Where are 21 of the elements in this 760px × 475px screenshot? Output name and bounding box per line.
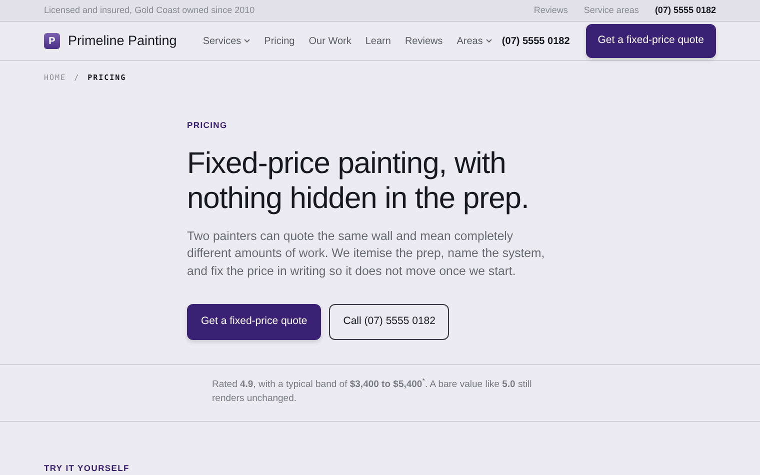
nav-link[interactable]: Areas <box>456 34 492 48</box>
section-eyebrow: TRY IT YOURSELF <box>44 462 130 474</box>
eyebrow-label: PRICING <box>187 119 228 132</box>
quote-button[interactable]: Get a fixed-price quote <box>586 24 716 58</box>
hero-paragraph: Two painters can quote the same wall and mean completely different amounts of work. We itemise the prep, name the system, and fix the price in writing so it does not move once we start. <box>187 228 546 280</box>
call-button[interactable]: Call (07) 5555 0182 <box>329 304 450 340</box>
nav-link[interactable]: Pricing <box>264 34 295 48</box>
logo-icon[interactable]: P <box>44 33 60 49</box>
nav-link[interactable]: Our Work <box>308 34 352 48</box>
phone-link[interactable]: (07) 5555 0182 <box>654 4 716 18</box>
nav-link[interactable]: Services <box>202 34 250 48</box>
hero-heading: Fixed-price painting, with nothing hidden in the prep. <box>187 146 530 216</box>
rating-note: Rated 4.9, with a typical band of $3,400 to $5,400$^{*}$. A bare value like 5.0 still renders unchanged. <box>212 378 533 406</box>
nav-link[interactable]: Learn <box>365 34 391 48</box>
quote-button[interactable]: Get a fixed-price quote <box>187 304 322 340</box>
tagline: Licensed and insured, Gold Coast owned since 2010 <box>44 4 255 17</box>
nav-link[interactable]: Reviews <box>404 34 443 48</box>
phone-link[interactable]: (07) 5555 0182 <box>502 34 570 48</box>
chevron-down-icon <box>244 39 250 43</box>
chevron-down-icon <box>486 39 492 43</box>
brand-name[interactable]: Primeline Painting <box>68 30 177 52</box>
